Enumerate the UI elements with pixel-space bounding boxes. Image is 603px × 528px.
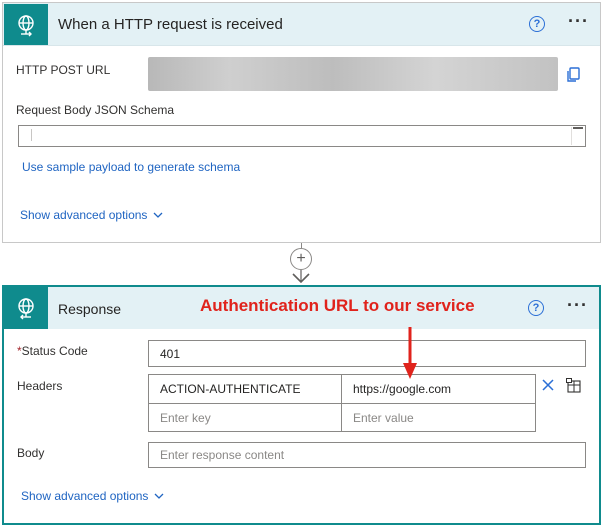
header-key-value: ACTION-AUTHENTICATE <box>160 382 301 396</box>
schema-label: Request Body JSON Schema <box>16 103 175 117</box>
copy-url-icon[interactable] <box>565 67 581 83</box>
trigger-show-advanced-options[interactable]: Show advanced options <box>20 208 163 222</box>
trigger-title: When a HTTP request is received <box>58 16 283 33</box>
show-advanced-label: Show advanced options <box>21 489 149 503</box>
help-icon[interactable]: ? <box>529 16 545 32</box>
schema-scrollbar[interactable] <box>571 127 583 145</box>
chevron-down-icon <box>154 493 164 499</box>
annotation-arrow-icon <box>403 327 417 379</box>
body-placeholder: Enter response content <box>160 448 285 462</box>
help-icon[interactable]: ? <box>528 300 544 316</box>
response-card: Response ? ··· *Status Code 401 Headers … <box>2 285 601 525</box>
annotation-text: Authentication URL to our service <box>200 296 475 315</box>
headers-label: Headers <box>17 379 63 393</box>
more-options-icon[interactable]: ··· <box>568 11 589 32</box>
http-post-url-label: HTTP POST URL <box>16 63 111 77</box>
status-code-input[interactable]: 401 <box>148 340 586 367</box>
chevron-down-icon <box>153 212 163 218</box>
globe-response-icon <box>4 287 48 329</box>
flow-down-arrow-icon <box>292 270 310 284</box>
body-input[interactable]: Enter response content <box>148 442 586 468</box>
response-show-advanced-options[interactable]: Show advanced options <box>21 489 164 503</box>
http-post-url-value-redacted <box>148 57 558 91</box>
header-key-placeholder: Enter key <box>160 410 211 425</box>
use-sample-payload-link[interactable]: Use sample payload to generate schema <box>22 160 240 174</box>
text-caret <box>31 129 32 141</box>
show-advanced-label: Show advanced options <box>20 208 148 222</box>
more-options-icon[interactable]: ··· <box>567 295 588 316</box>
status-code-label: *Status Code <box>17 344 88 358</box>
status-code-value: 401 <box>160 346 181 361</box>
new-header-value-input[interactable]: Enter value <box>341 403 536 432</box>
header-value-placeholder: Enter value <box>353 410 414 425</box>
header-value-input[interactable]: https://google.com <box>341 374 536 404</box>
http-trigger-card: When a HTTP request is received ? ··· HT… <box>2 2 601 243</box>
switch-to-text-mode-icon[interactable] <box>566 378 582 394</box>
trigger-card-header[interactable]: When a HTTP request is received ? ··· <box>3 3 600 46</box>
new-header-key-input[interactable]: Enter key <box>148 403 342 432</box>
add-step-button[interactable]: + <box>290 248 312 270</box>
header-key-input[interactable]: ACTION-AUTHENTICATE <box>148 374 342 404</box>
body-label: Body <box>17 446 45 460</box>
header-value-value: https://google.com <box>353 382 452 396</box>
globe-request-icon <box>4 4 48 45</box>
status-code-label-text: Status Code <box>21 344 88 358</box>
delete-header-icon[interactable] <box>541 378 555 392</box>
response-title: Response <box>58 301 122 317</box>
schema-input[interactable] <box>18 125 586 147</box>
